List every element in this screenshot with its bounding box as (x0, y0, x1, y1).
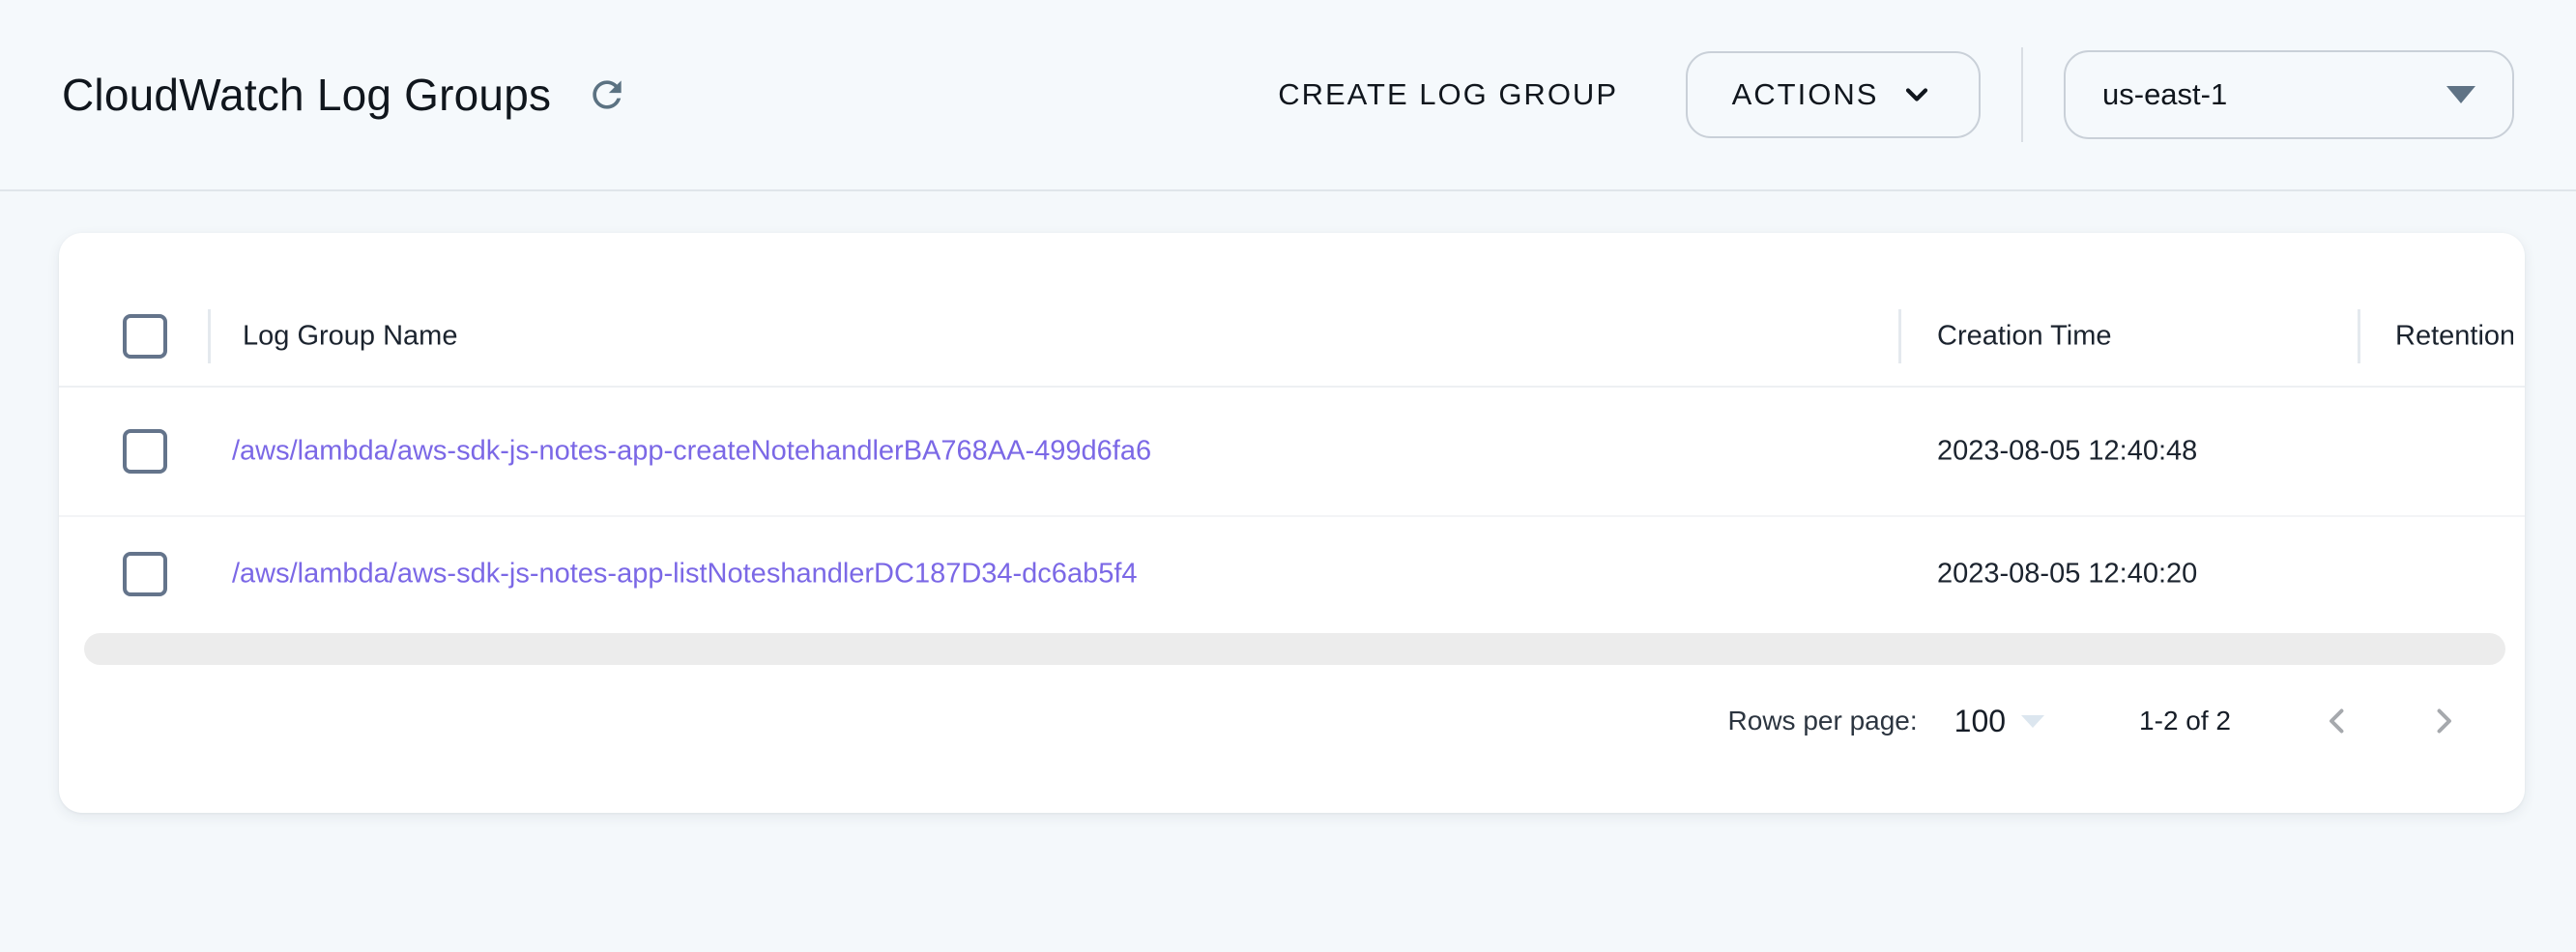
log-group-link[interactable]: /aws/lambda/aws-sdk-js-notes-app-listNot… (232, 559, 1138, 591)
pagination-bar: Rows per page: 100 1-2 of 2 (59, 687, 2525, 755)
page-title: CloudWatch Log Groups (62, 69, 551, 121)
column-separator (1898, 309, 1901, 363)
creation-time-cell: 2023-08-05 12:40:20 (1937, 559, 2197, 591)
table-row: /aws/lambda/aws-sdk-js-notes-app-listNot… (59, 517, 2525, 631)
header-actions: CREATE LOG GROUP ACTIONS us-east-1 (1268, 47, 2514, 142)
region-select[interactable]: us-east-1 (2064, 50, 2514, 139)
creation-time-cell: 2023-08-05 12:40:48 (1937, 436, 2197, 468)
table-header-row: Log Group Name Creation Time Retention (59, 286, 2525, 388)
row-checkbox[interactable] (123, 552, 167, 596)
rows-per-page-label: Rows per page: (1728, 706, 1918, 736)
actions-button[interactable]: ACTIONS (1686, 51, 1981, 138)
caret-down-icon[interactable] (2021, 715, 2044, 728)
header-divider (2021, 47, 2023, 142)
caret-down-icon (2446, 86, 2475, 103)
log-groups-card: Log Group Name Creation Time Retention /… (59, 233, 2525, 813)
chevron-right-icon (2426, 704, 2461, 738)
select-all-checkbox[interactable] (123, 314, 167, 359)
column-separator (2358, 309, 2360, 363)
pagination-range: 1-2 of 2 (2139, 706, 2231, 736)
chevron-left-icon (2320, 704, 2355, 738)
screen: CloudWatch Log Groups CREATE LOG GROUP A… (0, 0, 2576, 952)
column-header-creation-time[interactable]: Creation Time (1937, 320, 2112, 352)
table-row: /aws/lambda/aws-sdk-js-notes-app-createN… (59, 388, 2525, 517)
page-header: CloudWatch Log Groups CREATE LOG GROUP A… (0, 0, 2576, 191)
region-select-value: us-east-1 (2102, 77, 2227, 112)
actions-button-label: ACTIONS (1732, 77, 1879, 112)
prev-page-button[interactable] (2316, 700, 2359, 742)
refresh-icon (586, 73, 628, 116)
horizontal-scrollbar[interactable] (84, 633, 2505, 665)
title-wrap: CloudWatch Log Groups (62, 69, 632, 121)
chevron-down-icon (1899, 77, 1934, 112)
next-page-button[interactable] (2422, 700, 2465, 742)
column-header-retention[interactable]: Retention (2395, 320, 2513, 352)
column-header-log-group-name[interactable]: Log Group Name (243, 320, 457, 352)
log-group-link[interactable]: /aws/lambda/aws-sdk-js-notes-app-createN… (232, 436, 1151, 468)
row-checkbox[interactable] (123, 429, 167, 474)
create-log-group-button[interactable]: CREATE LOG GROUP (1268, 60, 1628, 130)
column-separator (208, 309, 211, 363)
refresh-button[interactable] (582, 70, 632, 120)
rows-per-page-select[interactable]: 100 (1954, 704, 2006, 739)
